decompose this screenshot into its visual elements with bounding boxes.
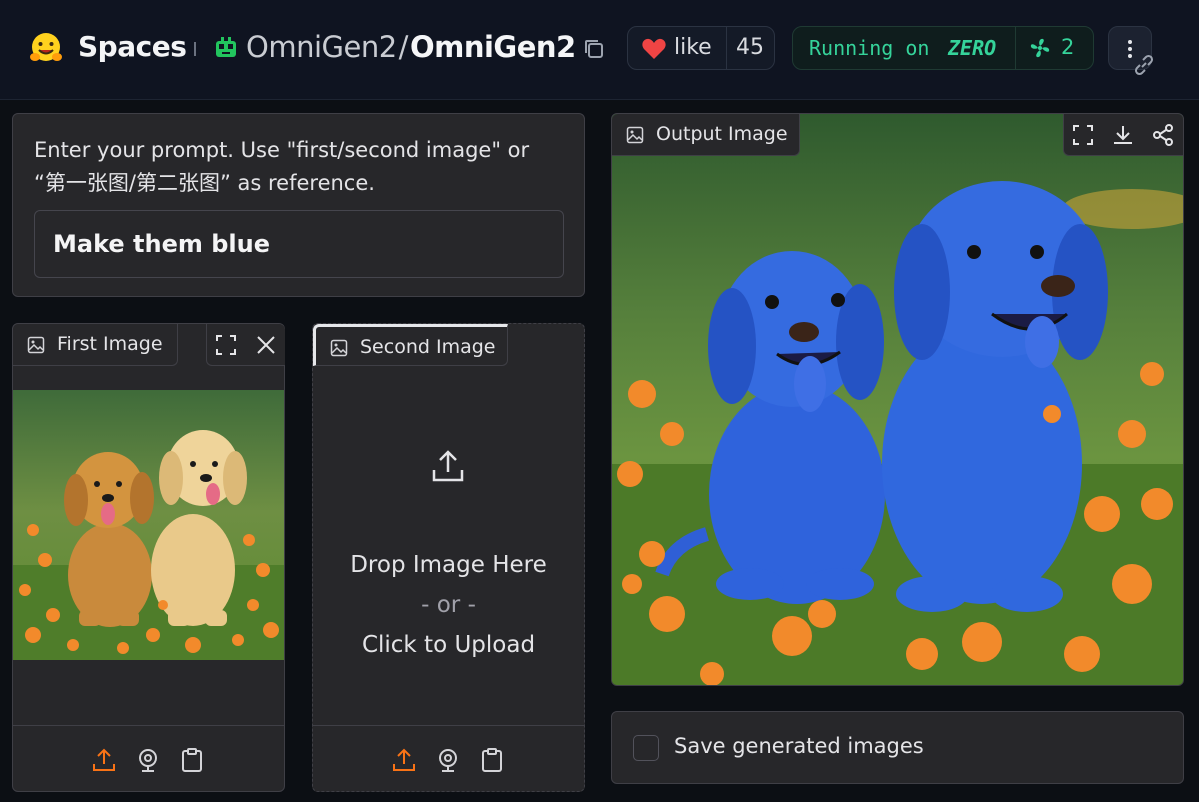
replica-count: 2 [1061,35,1075,59]
save-generated-label[interactable]: Save generated images [674,734,924,758]
drop-image-text: Drop Image Here [350,552,547,578]
save-option-panel: Save generated images [611,711,1184,784]
or-separator-text: - or - [421,592,476,618]
top-header: Spaces OmniGen2/OmniGen2 like 45 Running… [0,0,1199,100]
upload-icon[interactable] [91,747,117,773]
first-image-panel: First Image [12,323,285,792]
fullscreen-icon[interactable] [1072,124,1094,146]
hardware-label: ZERO [948,36,997,60]
copy-icon[interactable] [582,37,606,61]
second-image-tab: Second Image [313,324,508,366]
huggingface-logo-icon[interactable] [28,30,64,66]
first-image-source-bar [13,725,284,791]
repo-link[interactable]: OmniGen2 [410,30,576,64]
output-image-tab: Output Image [612,114,800,156]
spaces-link[interactable]: Spaces [78,30,187,63]
image-icon [27,336,45,354]
click-to-upload-text: Click to Upload [361,632,536,658]
heart-icon [642,38,666,59]
second-image-source-bar [313,725,584,791]
first-image-toolbar [206,324,285,366]
link-icon[interactable] [1131,52,1157,78]
fullscreen-icon[interactable] [215,334,237,356]
share-icon[interactable] [1152,124,1174,146]
save-generated-checkbox[interactable] [633,735,659,761]
second-image-dropzone[interactable]: Drop Image Here - or - Click to Upload [313,366,584,726]
org-link[interactable]: OmniGen2 [246,30,397,64]
like-button[interactable]: like 45 [627,26,775,70]
prompt-input[interactable]: Make them blue [34,210,564,278]
download-icon[interactable] [1112,124,1134,146]
first-image-preview[interactable] [13,390,284,660]
running-label: Running on [809,36,930,60]
first-image-tab: First Image [13,324,178,366]
like-count: 45 [736,35,764,60]
output-image-label: Output Image [656,123,788,145]
image-icon [626,126,644,144]
like-divider [726,27,727,69]
prompt-label: Enter your prompt. Use "first/second ima… [34,138,530,195]
output-image-toolbar [1063,114,1183,156]
output-image-panel: Output Image [611,113,1184,686]
second-image-label: Second Image [360,336,496,358]
upload-icon[interactable] [391,747,417,773]
breadcrumb-slash: / [398,30,409,64]
first-image-label: First Image [57,333,163,355]
image-icon [330,339,348,357]
header-divider [194,42,196,56]
webcam-icon[interactable] [135,747,161,773]
clipboard-icon[interactable] [479,747,505,773]
like-label: like [674,35,712,60]
running-divider [1015,27,1016,69]
close-icon[interactable] [255,334,277,356]
webcam-icon[interactable] [435,747,461,773]
output-image-preview[interactable] [612,114,1183,685]
prompt-panel: Enter your prompt. Use "first/second ima… [12,113,585,297]
fan-icon [1030,38,1050,58]
second-image-panel: Second Image Drop Image Here - or - Clic… [312,323,585,792]
running-status-badge[interactable]: Running on ZERO 2 [792,26,1094,70]
clipboard-icon[interactable] [179,747,205,773]
org-avatar-icon [216,37,236,57]
upload-icon [432,450,464,482]
repo-breadcrumb: OmniGen2/OmniGen2 [246,30,576,64]
